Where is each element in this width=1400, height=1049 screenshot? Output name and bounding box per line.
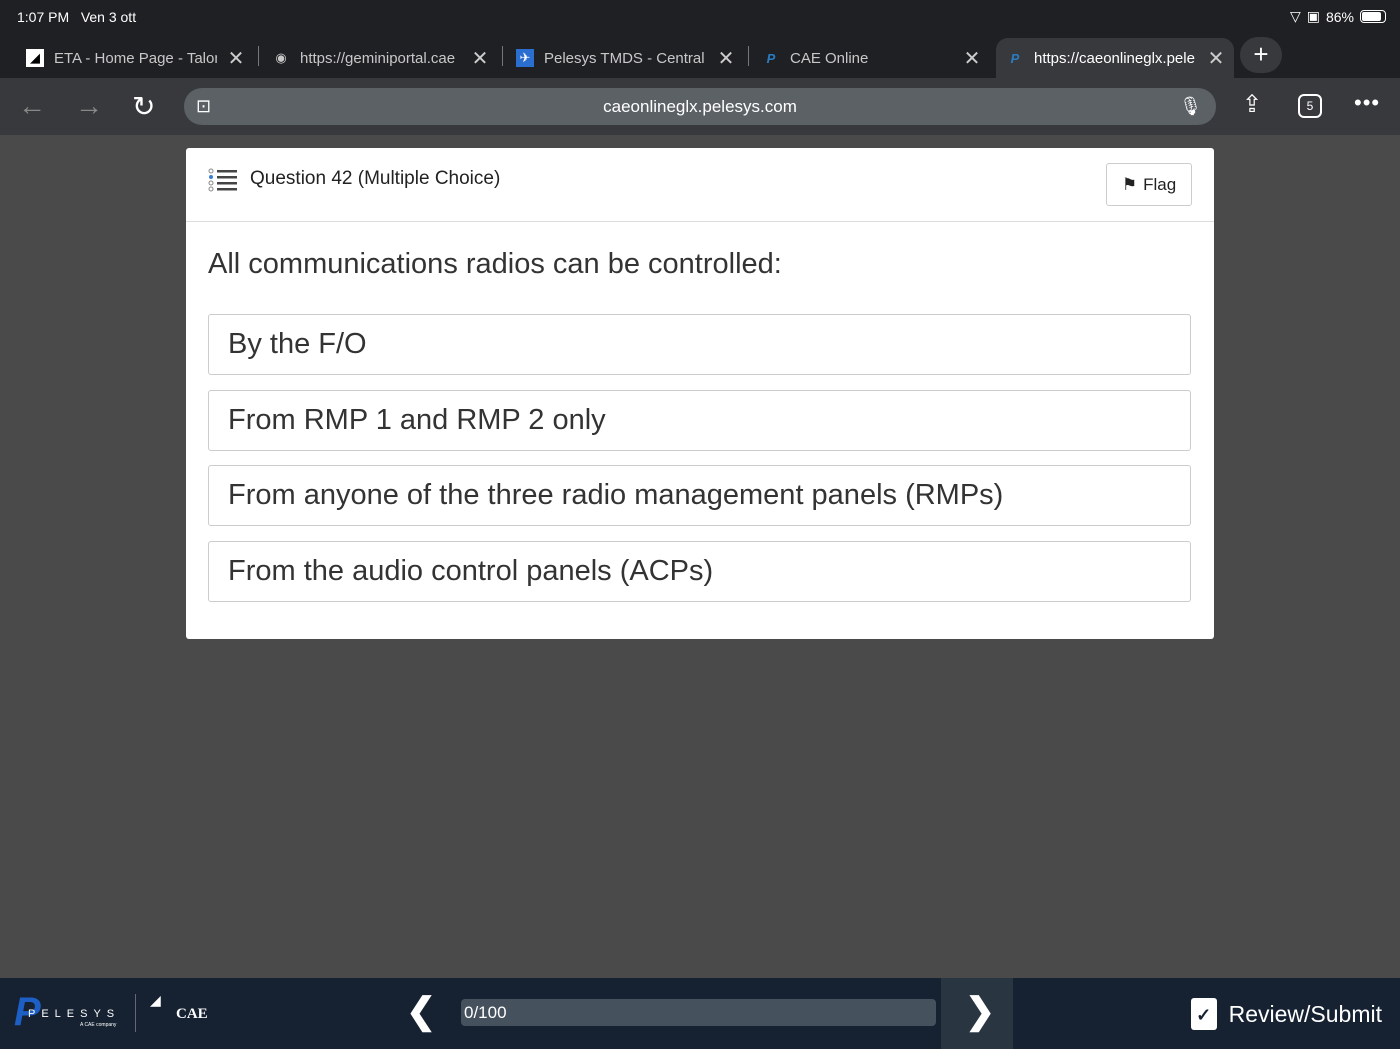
plane-icon: ✈ (516, 49, 534, 67)
share-icon[interactable]: ⇪ (1242, 90, 1262, 119)
answer-option[interactable]: From RMP 1 and RMP 2 only (208, 390, 1191, 451)
flag-button[interactable]: ⚑ Flag (1106, 163, 1192, 206)
tab-cae-online[interactable]: P CAE Online ✕ (762, 38, 982, 78)
reload-button[interactable]: ↻ (132, 90, 155, 123)
chevron-right-icon: ❯ (965, 990, 996, 1031)
close-icon[interactable]: ✕ (1206, 46, 1226, 71)
microphone-icon[interactable]: 🎙 (1179, 88, 1202, 125)
tab-label: https://geminiportal.cae (300, 49, 456, 67)
battery-percent: 86% (1325, 8, 1354, 25)
tab-bar: ◢ ETA - Home Page - Talon ✕ ◉ https://gemin… (0, 34, 1400, 78)
tab-label: https://caeonlineglx.pele (1034, 49, 1195, 67)
answer-option[interactable]: By the F/O (208, 314, 1191, 375)
back-button[interactable]: ← (18, 90, 46, 122)
pelesys-favicon: P (766, 50, 776, 66)
previous-question-button[interactable]: ❮ (406, 990, 436, 1032)
url-text: caeonlineglx.pelesys.com (603, 97, 797, 116)
tab-geminiportal[interactable]: ◉ https://geminiportal.cae ✕ (272, 38, 490, 78)
status-time: 1:07 PM Ven 3 ott (17, 9, 137, 25)
pelesys-favicon: P (1010, 50, 1020, 66)
globe-icon: ◉ (275, 50, 287, 65)
battery-icon (1360, 10, 1386, 23)
close-icon[interactable]: ✕ (226, 46, 246, 71)
wifi-icon: ▽ (1289, 8, 1301, 24)
tab-eta[interactable]: ◢ ETA - Home Page - Talon ✕ (26, 38, 246, 78)
tab-caeonlineglx[interactable]: Phttps://caeonlineglx.pele ✕ (996, 38, 1234, 78)
question-header: Question 42 (Multiple Choice) ⚑ Flag (186, 148, 1214, 222)
close-icon[interactable]: ✕ (716, 46, 736, 71)
more-menu-icon[interactable]: ••• (1354, 90, 1380, 116)
review-submit-button[interactable]: ✓ Review/Submit (1190, 998, 1382, 1030)
question-list-icon[interactable] (208, 168, 238, 192)
question-title: Question 42 (Multiple Choice) (250, 168, 501, 189)
question-text: All communications radios can be control… (208, 248, 782, 280)
eta-favicon: ◢ (26, 49, 44, 67)
forward-button[interactable]: → (75, 90, 103, 122)
exam-footer: P PELESYS A CAE company ◢ CAE ❮ 0/100 ❯ … (0, 978, 1400, 1049)
tab-label: CAE Online (790, 49, 869, 67)
new-tab-button[interactable]: + (1240, 37, 1282, 73)
tab-count-button[interactable]: 5 (1298, 94, 1322, 118)
answer-option[interactable]: From anyone of the three radio managemen… (208, 465, 1191, 526)
browser-toolbar: ← → ↻ ⊡ caeonlineglx.pelesys.com 🎙 ⇪ 5 •… (0, 78, 1400, 135)
lens-icon[interactable]: ⊡ (196, 88, 211, 125)
airplay-icon: ▣ (1306, 8, 1320, 24)
tab-label: Pelesys TMDS - Central (544, 49, 705, 67)
clipboard-check-icon: ✓ (1190, 998, 1217, 1030)
tab-label: ETA - Home Page - Talon (54, 49, 217, 67)
address-bar[interactable]: ⊡ caeonlineglx.pelesys.com 🎙 (184, 88, 1216, 125)
next-question-button[interactable]: ❯ (941, 978, 1013, 1049)
progress-text: 0/100 (464, 1003, 507, 1022)
tab-pelesys-tmds[interactable]: ✈ Pelesys TMDS - Central ✕ (516, 38, 736, 78)
close-icon[interactable]: ✕ (470, 46, 490, 71)
question-card: Question 42 (Multiple Choice) ⚑ Flag All … (186, 148, 1214, 639)
review-submit-label: Review/Submit (1228, 1000, 1382, 1027)
answer-option[interactable]: From the audio control panels (ACPs) (208, 541, 1191, 602)
flag-icon: ⚑ (1121, 174, 1138, 194)
close-icon[interactable]: ✕ (962, 46, 982, 71)
progress-bar: 0/100 (461, 999, 936, 1026)
status-bar: 1:07 PM Ven 3 ott ▽ ▣ 86% (0, 0, 1400, 34)
